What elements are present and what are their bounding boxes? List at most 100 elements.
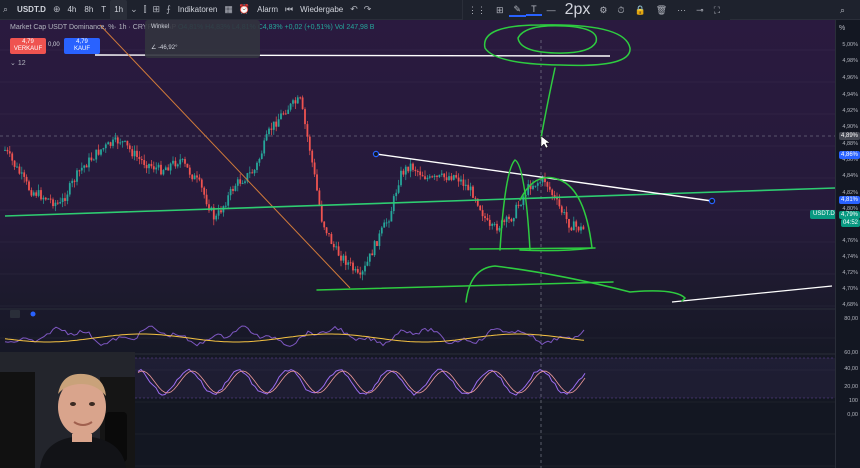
undo-icon[interactable]: ↶ bbox=[347, 4, 361, 15]
candle-body bbox=[395, 192, 398, 197]
candle-body bbox=[580, 226, 582, 231]
candle-body bbox=[548, 186, 551, 190]
interval-day[interactable]: T bbox=[97, 0, 110, 20]
candle-body bbox=[448, 176, 450, 181]
collapse-indicators[interactable]: ⌄ 12 bbox=[10, 59, 26, 67]
drag-handle-icon[interactable]: ⋮⋮ bbox=[463, 5, 491, 16]
scale-label: 4,76% bbox=[842, 238, 858, 244]
candle-body bbox=[241, 182, 244, 184]
scale-percent-label[interactable]: % bbox=[839, 25, 845, 32]
symbol-price-tag: USDT.D bbox=[810, 210, 838, 219]
candle-body bbox=[349, 262, 352, 264]
pane-indicator-dot bbox=[30, 311, 36, 317]
candle-body bbox=[385, 222, 388, 224]
tooltip-angle: -46,92° bbox=[158, 45, 178, 51]
sell-button[interactable]: 4,79 VERKAUF bbox=[10, 38, 46, 54]
candle-body bbox=[380, 227, 383, 234]
line-width-icon[interactable]: — bbox=[542, 5, 561, 15]
candle-body bbox=[145, 164, 148, 169]
candle-body bbox=[179, 159, 182, 165]
candle-body bbox=[292, 100, 294, 104]
spread-value: 0,00 bbox=[48, 42, 60, 48]
alarm-clock-icon[interactable]: ⏰ bbox=[236, 4, 253, 15]
chevron-down-icon[interactable]: ⌄ bbox=[127, 4, 141, 15]
candle-body bbox=[335, 246, 338, 248]
scale-label: 4,68% bbox=[842, 302, 858, 308]
candle-body bbox=[52, 199, 54, 207]
interval-8h[interactable]: 8h bbox=[80, 0, 97, 20]
candle-body bbox=[20, 172, 23, 174]
plus-circle-icon[interactable]: ⊕ bbox=[50, 4, 64, 15]
candle-body bbox=[114, 137, 117, 140]
line-color-icon[interactable]: ✎ bbox=[508, 4, 527, 17]
replay-button[interactable]: Wiedergabe bbox=[296, 0, 347, 20]
candle-body bbox=[376, 241, 378, 246]
symbol-search[interactable]: USDT.D bbox=[11, 0, 50, 20]
candle-body bbox=[378, 233, 381, 246]
more-icon[interactable]: ··· bbox=[672, 5, 691, 15]
alarm-button[interactable]: Alarm bbox=[253, 0, 282, 20]
line-style-icon[interactable]: ⊸ bbox=[691, 5, 709, 16]
candle-body bbox=[282, 113, 285, 115]
candle-body bbox=[76, 170, 78, 182]
redo-icon[interactable]: ↷ bbox=[361, 4, 375, 15]
drawing-tooltip: Winkel ∠ -46,92° bbox=[145, 20, 260, 58]
candle-body bbox=[572, 221, 575, 231]
candle-body bbox=[157, 164, 160, 168]
candle-body bbox=[510, 219, 513, 222]
candle-body bbox=[272, 121, 275, 130]
candle-body bbox=[47, 198, 50, 200]
candle-body bbox=[155, 167, 158, 170]
candle-body bbox=[515, 204, 518, 219]
candle-body bbox=[54, 202, 57, 207]
interval-4h[interactable]: 4h bbox=[63, 0, 80, 20]
candle-body bbox=[138, 156, 141, 159]
trendline-anchor-start bbox=[372, 150, 380, 158]
candle-body bbox=[383, 222, 386, 228]
text-color-icon[interactable]: T bbox=[526, 4, 542, 16]
candle-body bbox=[508, 216, 510, 220]
replay-icon[interactable]: ⏮ bbox=[282, 4, 296, 15]
candle-body bbox=[412, 163, 414, 170]
alert-add-icon[interactable]: ⏱ bbox=[612, 5, 629, 16]
candle-body bbox=[184, 159, 186, 164]
scale-label: 80,00 bbox=[844, 316, 858, 322]
line-width-value[interactable]: 2px bbox=[561, 0, 595, 20]
search-icon-right[interactable]: ⌕ bbox=[840, 5, 845, 16]
candle-body bbox=[196, 175, 198, 178]
interval-1h[interactable]: 1h bbox=[110, 0, 128, 20]
scale-label: 40,00 bbox=[844, 366, 858, 372]
candle-body bbox=[520, 204, 522, 206]
top-toolbar: ⌕ USDT.D ⊕ 4h 8h T 1h ⌄ ⫿ ⊞ ⨍ Indikatore… bbox=[0, 0, 860, 20]
candle-body bbox=[56, 202, 59, 204]
candle-body bbox=[577, 226, 580, 231]
scale-label: 4,74% bbox=[842, 254, 858, 260]
candle-body bbox=[61, 198, 64, 203]
candle-body bbox=[443, 173, 446, 178]
indicators-icon[interactable]: ⨍ bbox=[163, 4, 174, 15]
layout-grid-icon[interactable]: ▦ bbox=[221, 4, 236, 15]
candle-body bbox=[13, 160, 16, 167]
indicators-button[interactable]: Indikatoren bbox=[174, 0, 222, 20]
candle-body bbox=[275, 121, 278, 127]
lock-icon[interactable]: 🔒 bbox=[630, 5, 651, 16]
template-icon[interactable]: ⊞ bbox=[491, 5, 509, 16]
candle-type-icon[interactable]: ⫿ bbox=[141, 4, 150, 15]
candle-body bbox=[294, 100, 297, 104]
buy-button[interactable]: 4,79 KAUF bbox=[64, 38, 100, 54]
candle-body bbox=[296, 97, 299, 104]
candle-body bbox=[565, 212, 568, 220]
candle-body bbox=[200, 179, 203, 188]
candle-body bbox=[112, 139, 114, 146]
candle-body bbox=[104, 144, 107, 149]
fullscreen-icon[interactable]: ⛶ bbox=[709, 5, 725, 16]
search-icon[interactable]: ⌕ bbox=[0, 4, 11, 15]
candle-body bbox=[107, 142, 110, 145]
candle-body bbox=[368, 253, 371, 262]
settings-gear-icon[interactable]: ⚙ bbox=[594, 5, 612, 16]
price-scale[interactable]: % 5,00% 4,98% 4,96% 4,94% 4,92% 4,90% 4,88% 4,8… bbox=[835, 20, 860, 468]
trash-icon[interactable]: 🗑 bbox=[651, 5, 672, 16]
candle-body bbox=[253, 169, 256, 174]
compare-icon[interactable]: ⊞ bbox=[150, 4, 164, 15]
candle-body bbox=[503, 220, 506, 222]
